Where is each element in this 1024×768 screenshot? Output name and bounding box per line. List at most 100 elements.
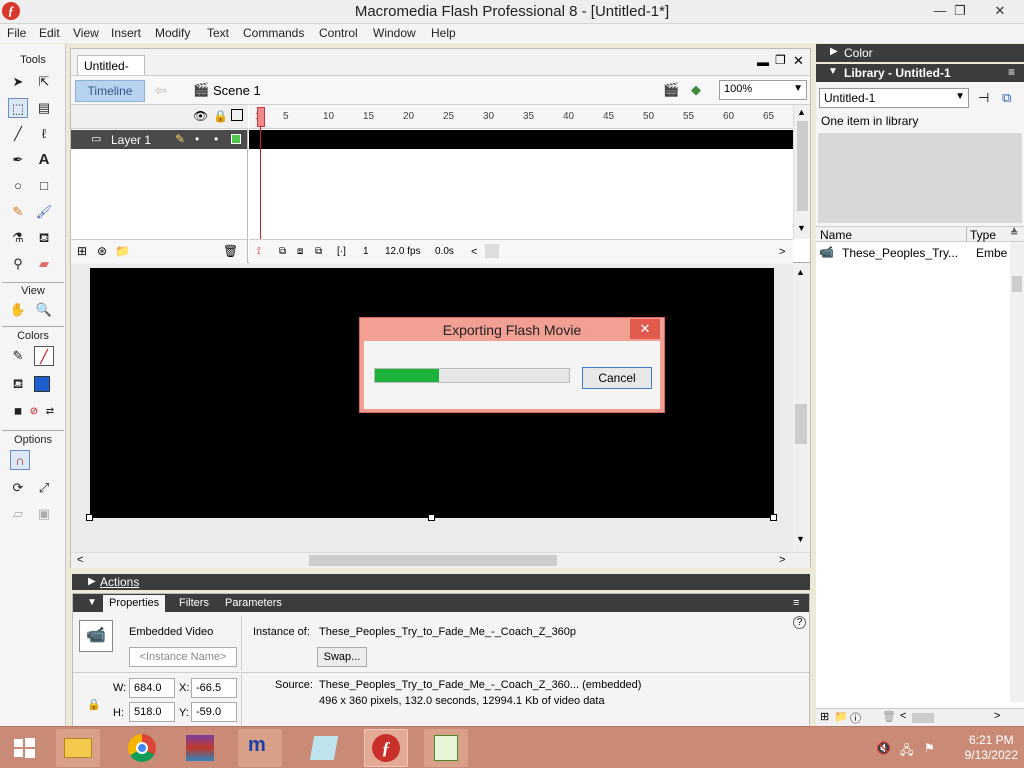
zoom-tool-icon[interactable]: 🔍 (34, 300, 54, 320)
volume-muted-icon[interactable]: 🔇 (876, 741, 891, 755)
transform-handle[interactable] (428, 514, 435, 521)
layer-color-swatch[interactable] (231, 134, 241, 144)
menu-commands[interactable]: Commands (243, 26, 304, 40)
start-button[interactable] (4, 729, 44, 767)
modify-onion-markers-icon[interactable]: [·] (337, 246, 346, 257)
scroll-left-icon[interactable]: < (900, 710, 906, 722)
eyedropper-tool-icon[interactable]: ⚲ (8, 254, 28, 274)
menu-help[interactable]: Help (431, 26, 456, 40)
color-panel-label[interactable]: Color (844, 46, 873, 60)
color-panel-bar[interactable]: ▶ Color (816, 44, 1024, 62)
sort-icon[interactable]: ≜ (1010, 228, 1018, 239)
lock-icon[interactable]: 🔒 (213, 109, 228, 123)
stage-hscroll-thumb[interactable] (309, 555, 557, 566)
text-tool-icon[interactable]: A (34, 150, 54, 170)
transform-handle[interactable] (86, 514, 93, 521)
scene-label[interactable]: Scene 1 (213, 83, 261, 98)
panel-menu-icon[interactable]: ≡ (1008, 65, 1015, 79)
library-hscroll-thumb[interactable] (912, 713, 934, 723)
new-library-panel-icon[interactable]: ⧉ (1002, 90, 1011, 106)
stroke-color-icon[interactable]: ✎ (8, 346, 28, 366)
instance-name-input[interactable]: <Instance Name> (129, 647, 237, 667)
onion-outline-icon[interactable]: ⧈ (297, 246, 303, 257)
column-name[interactable]: Name (820, 228, 852, 242)
layer-name[interactable]: Layer 1 (111, 133, 151, 147)
back-arrow-icon[interactable]: ⇦ (155, 82, 167, 99)
frame-rate[interactable]: 12.0 fps (385, 246, 421, 257)
notes-app-button[interactable] (302, 729, 346, 767)
scale-icon[interactable]: ⤢ (34, 478, 54, 498)
file-explorer-button[interactable] (56, 729, 100, 767)
onion-skin-icon[interactable]: ⧉ (279, 246, 286, 257)
lasso-tool-icon[interactable]: ℓ (34, 124, 54, 144)
scroll-up-icon[interactable]: ▲ (797, 107, 806, 117)
pencil-tool-icon[interactable]: ✎ (8, 202, 28, 222)
tab-properties[interactable]: Properties (103, 595, 166, 612)
properties-icon[interactable]: ⓘ (850, 710, 861, 726)
close-button[interactable]: ✕ (980, 0, 1020, 22)
swap-colors-icon[interactable]: ⇄ (40, 402, 60, 422)
playhead[interactable] (257, 107, 265, 127)
edit-symbols-icon[interactable]: ◆ (691, 82, 701, 98)
ink-bottle-tool-icon[interactable]: ⚗ (8, 228, 28, 248)
library-panel-label[interactable]: Library - Untitled-1 (844, 66, 951, 80)
help-icon[interactable]: ? (793, 616, 806, 629)
menu-view[interactable]: View (73, 26, 99, 40)
column-type[interactable]: Type (970, 228, 996, 242)
restore-button[interactable]: ❐ (940, 0, 980, 22)
rectangle-tool-icon[interactable]: □ (34, 176, 54, 196)
timeline-vscroll[interactable]: ▲ ▼ (793, 105, 810, 239)
menu-window[interactable]: Window (373, 26, 416, 40)
library-vscroll-thumb[interactable] (1012, 276, 1022, 292)
line-tool-icon[interactable]: ╱ (8, 124, 28, 144)
lock-icon[interactable]: 🔒 (87, 698, 101, 711)
mp3-app-button[interactable]: m (238, 729, 282, 767)
swap-button[interactable]: Swap... (317, 647, 367, 667)
y-input[interactable]: -59.0 (191, 702, 237, 722)
subselection-tool-icon[interactable]: ⇱ (34, 72, 54, 92)
brush-tool-icon[interactable]: 🖌 (34, 202, 54, 222)
system-clock[interactable]: 6:21 PM 9/13/2022 (965, 733, 1018, 763)
transform-handle[interactable] (770, 514, 777, 521)
action-center-icon[interactable]: ⚑ (924, 741, 935, 755)
zoom-select[interactable]: 100% ▼ (719, 80, 807, 100)
panel-menu-icon[interactable]: ≡ (793, 597, 799, 609)
scroll-right-icon[interactable]: > (779, 246, 785, 258)
collapse-arrow-icon[interactable]: ▼ (87, 597, 97, 608)
editor-app-button[interactable] (424, 729, 468, 767)
actions-label[interactable]: Actions (100, 575, 139, 589)
list-item[interactable]: 📹 These_Peoples_Try... Embe (816, 244, 1010, 262)
rotate-skew-icon[interactable]: ⟳ (8, 478, 28, 498)
library-panel-bar[interactable]: ▼ Library - Untitled-1 ≡ (816, 64, 1024, 82)
insert-layer-icon[interactable]: ⊞ (77, 244, 87, 258)
stage-hscroll[interactable]: < > (71, 552, 810, 568)
menu-insert[interactable]: Insert (111, 26, 141, 40)
eye-icon[interactable]: 👁 (193, 109, 208, 123)
visible-dot-icon[interactable]: • (195, 132, 199, 146)
frame-ruler[interactable]: 1 5 10 15 20 25 30 35 40 45 50 55 60 65 (249, 105, 793, 129)
flash-taskbar-button[interactable]: ƒ (364, 729, 408, 767)
chrome-button[interactable] (120, 729, 164, 767)
lock-dot-icon[interactable]: • (214, 132, 218, 146)
scroll-up-icon[interactable]: ▲ (796, 267, 805, 277)
library-document-select[interactable]: Untitled-1 ▼ (819, 88, 969, 108)
timeline-hscroll-thumb[interactable] (485, 244, 499, 258)
timeline-vscroll-thumb[interactable] (797, 121, 808, 211)
menu-control[interactable]: Control (319, 26, 358, 40)
layer-frames-row[interactable] (249, 130, 793, 149)
doc-minimize-icon[interactable]: ▬ (757, 55, 769, 69)
network-icon[interactable]: 🖧 (900, 741, 913, 762)
library-vscroll[interactable] (1010, 242, 1024, 702)
actions-panel-bar[interactable]: ▶ Actions (72, 574, 810, 590)
new-folder-icon[interactable]: 📁 (834, 710, 848, 723)
hand-tool-icon[interactable]: ✋ (8, 300, 28, 320)
tab-filters[interactable]: Filters (179, 597, 209, 609)
doc-close-icon[interactable]: ✕ (793, 53, 804, 69)
fill-color-swatch[interactable] (34, 376, 50, 392)
height-input[interactable]: 518.0 (129, 702, 175, 722)
timeline-toggle-button[interactable]: Timeline (75, 80, 145, 102)
trash-icon[interactable]: 🗑 (223, 244, 238, 258)
fill-color-icon[interactable]: ⛾ (8, 374, 28, 394)
dialog-close-button[interactable]: ✕ (630, 319, 660, 339)
add-motion-guide-icon[interactable]: ⊛ (97, 244, 107, 258)
